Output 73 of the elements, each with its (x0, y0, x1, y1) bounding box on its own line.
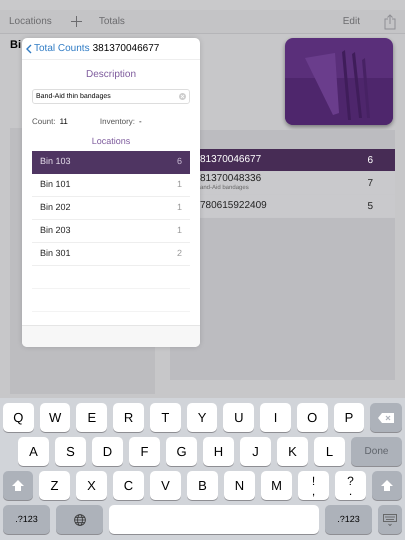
numbers-key[interactable]: .?123 (3, 505, 50, 534)
key[interactable]: A (18, 437, 49, 466)
key[interactable]: ? . (335, 471, 366, 500)
key[interactable]: M (261, 471, 292, 500)
count-value: 11 (60, 116, 68, 128)
backspace-icon (378, 412, 394, 422)
location-row[interactable]: Bin 103 6 (32, 150, 190, 174)
key[interactable]: S (55, 437, 86, 466)
location-count: 1 (176, 224, 182, 237)
location-name: Bin 202 (40, 200, 72, 214)
key[interactable]: Q (3, 403, 34, 432)
numbers-key[interactable]: .?123 (325, 505, 372, 534)
key[interactable]: E (76, 403, 108, 432)
location-count: 2 (176, 246, 182, 260)
popover-title: 381370046677 (92, 42, 160, 56)
globe-key[interactable] (56, 505, 103, 534)
hide-keyboard-key[interactable] (378, 505, 402, 534)
back-button[interactable]: Total Counts (26, 41, 90, 56)
description-heading: Description (84, 68, 138, 82)
location-name: Bin 103 (40, 155, 72, 168)
key[interactable]: X (76, 471, 107, 500)
delete-key[interactable] (370, 403, 402, 432)
inventory-label: Inventory: (100, 116, 136, 128)
key[interactable]: ! , (298, 471, 329, 500)
key[interactable]: W (40, 403, 70, 432)
key[interactable]: Z (39, 471, 70, 500)
key[interactable]: D (92, 437, 123, 466)
shift-icon (12, 480, 24, 491)
location-row[interactable]: Bin 101 1 (32, 174, 190, 196)
chevron-left-icon (26, 44, 32, 54)
barcode-text: 81370046677 (200, 155, 262, 165)
key[interactable]: K (277, 437, 308, 466)
key[interactable]: F (129, 437, 160, 466)
key[interactable]: C (113, 471, 144, 500)
key[interactable]: H (203, 437, 234, 466)
count-label: Count: (32, 116, 56, 128)
inventory-value: - (139, 116, 142, 128)
shift-key[interactable] (3, 471, 33, 500)
key[interactable]: G (166, 437, 197, 466)
key[interactable]: O (296, 403, 328, 432)
clear-icon[interactable] (179, 93, 186, 100)
count-text: 7 (367, 176, 373, 190)
barcode-text: 780615922409 (200, 201, 268, 211)
count-text: 5 (367, 200, 373, 214)
globe-icon (74, 514, 86, 526)
add-icon[interactable] (70, 16, 82, 27)
shift-key[interactable] (372, 471, 402, 500)
share-icon[interactable] (384, 14, 396, 30)
location-row[interactable]: Bin 202 1 (32, 196, 190, 220)
key[interactable]: U (223, 403, 254, 432)
key[interactable]: V (150, 471, 181, 500)
location-count: 1 (176, 200, 182, 214)
count-text: 6 (367, 154, 373, 168)
key[interactable]: T (150, 403, 181, 432)
key[interactable]: I (260, 403, 291, 432)
location-row[interactable]: Bin 301 2 (32, 242, 190, 266)
key[interactable]: P (334, 403, 364, 432)
key[interactable]: B (187, 471, 218, 500)
key[interactable]: J (240, 437, 271, 466)
location-name: Bin 301 (40, 246, 72, 260)
shift-icon (381, 480, 393, 491)
barcode-text: 81370048336 (200, 174, 262, 184)
key[interactable]: L (314, 437, 345, 466)
location-count: 6 (176, 155, 182, 168)
key[interactable]: Y (186, 403, 218, 432)
location-name: Bin 203 (40, 224, 72, 237)
page-title: Bi (10, 38, 21, 52)
key[interactable]: R (113, 403, 144, 432)
locations-heading: Locations (90, 135, 132, 148)
location-name: Bin 101 (40, 178, 72, 191)
key[interactable]: N (224, 471, 255, 500)
location-count: 1 (176, 178, 182, 191)
keyboard-icon (383, 514, 397, 526)
